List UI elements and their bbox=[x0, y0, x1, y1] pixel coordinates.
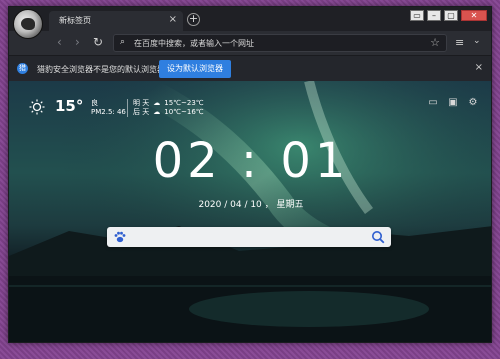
cheetah-icon: 猎 bbox=[17, 63, 28, 74]
weather-divider bbox=[127, 99, 128, 117]
after-tomorrow-label: 后 天 bbox=[133, 108, 150, 116]
browser-window: 新标签页 × + ▭ – ▢ ✕ ‹ › ↻ ⌕ 在百度中搜索，或者输入一个网址… bbox=[8, 6, 492, 343]
air-quality-level: 良 bbox=[91, 99, 98, 107]
tab-title: 新标签页 bbox=[59, 16, 91, 25]
chevron-down-icon[interactable]: ⌄ bbox=[473, 36, 481, 46]
address-bar[interactable]: ⌕ 在百度中搜索，或者输入一个网址 ☆ bbox=[113, 34, 447, 52]
paw-icon[interactable] bbox=[113, 230, 127, 244]
page-tools: ▭ ▣ ⚙ bbox=[427, 97, 479, 109]
pm25-value: PM2.5: 46 bbox=[91, 108, 126, 116]
aurora-background bbox=[9, 81, 491, 342]
tab-strip: 新标签页 × + ▭ – ▢ ✕ bbox=[9, 7, 491, 39]
default-browser-notification: 猎 猎豹安全浏览器不是您的默认浏览器 设为默认浏览器 × bbox=[9, 55, 491, 81]
air-quality: 良 PM2.5: 46 bbox=[91, 99, 126, 117]
menu-icon[interactable]: ≡ bbox=[455, 36, 464, 49]
tomorrow-label: 明 天 bbox=[133, 99, 150, 107]
new-tab-button[interactable]: + bbox=[187, 13, 200, 26]
logo-icon[interactable] bbox=[13, 9, 43, 39]
toolbar: ‹ › ↻ ⌕ 在百度中搜索，或者输入一个网址 ☆ ≡ ⌄ bbox=[9, 31, 491, 55]
card-icon[interactable]: ▭ bbox=[427, 97, 439, 109]
minimize-button[interactable]: – bbox=[427, 10, 441, 21]
cloud-icon: ☁ bbox=[153, 99, 161, 107]
image-icon[interactable]: ▣ bbox=[447, 97, 459, 109]
notification-close-icon[interactable]: × bbox=[475, 62, 483, 73]
forecast: 明 天 ☁ 15℃~23℃ 后 天 ☁ 10℃~16℃ bbox=[133, 99, 204, 117]
forward-button[interactable]: › bbox=[75, 35, 80, 49]
temperature: 15° bbox=[55, 97, 84, 115]
tab-close-icon[interactable]: × bbox=[169, 14, 177, 25]
skin-button[interactable]: ▭ bbox=[410, 10, 424, 21]
back-button[interactable]: ‹ bbox=[57, 35, 62, 49]
sun-icon bbox=[29, 99, 45, 115]
search-icon[interactable] bbox=[371, 230, 385, 244]
set-default-button[interactable]: 设为默认浏览器 bbox=[159, 60, 231, 78]
notification-text: 猎豹安全浏览器不是您的默认浏览器 bbox=[37, 65, 165, 74]
tomorrow-range: 15℃~23℃ bbox=[164, 99, 204, 107]
close-button[interactable]: ✕ bbox=[461, 10, 487, 21]
cloud-icon: ☁ bbox=[153, 108, 161, 116]
tab-new-tab[interactable]: 新标签页 × bbox=[49, 11, 183, 31]
after-tomorrow-range: 10℃~16℃ bbox=[164, 108, 204, 116]
page-search-box[interactable] bbox=[107, 227, 391, 247]
new-tab-page: 15° 良 PM2.5: 46 明 天 ☁ 15℃~23℃ 后 天 ☁ 10℃~… bbox=[9, 81, 491, 342]
reload-button[interactable]: ↻ bbox=[93, 35, 103, 49]
maximize-button[interactable]: ▢ bbox=[444, 10, 458, 21]
gear-icon[interactable]: ⚙ bbox=[467, 97, 479, 109]
clock-date: 2020 / 04 / 10 ， 星期五 bbox=[198, 200, 304, 210]
search-icon: ⌕ bbox=[120, 37, 126, 47]
address-placeholder: 在百度中搜索，或者输入一个网址 bbox=[134, 39, 254, 48]
bookmark-star-icon[interactable]: ☆ bbox=[430, 36, 440, 49]
clock-time: 02 : 01 bbox=[152, 133, 350, 189]
window-controls: ▭ – ▢ ✕ bbox=[410, 10, 487, 21]
